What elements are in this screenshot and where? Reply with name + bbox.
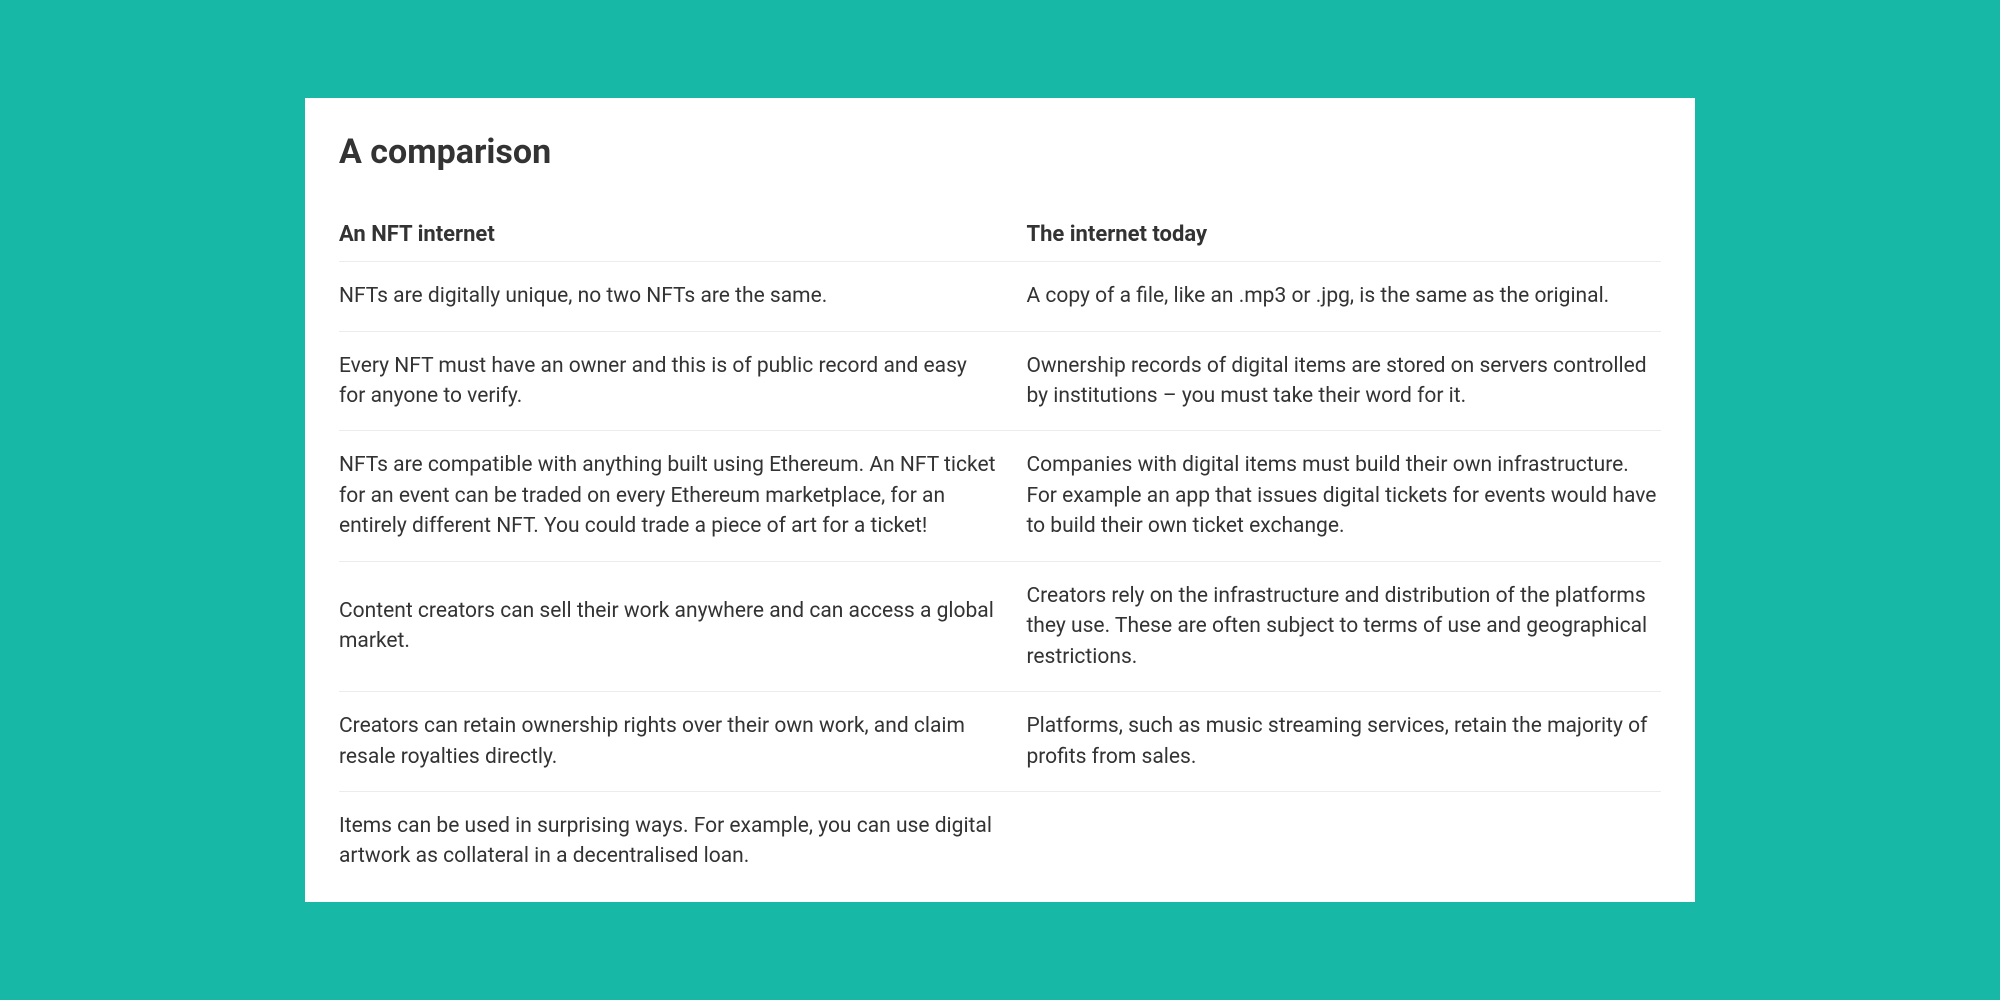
table-row: Items can be used in surprising ways. Fo…: [339, 791, 1661, 871]
cell-right: A copy of a file, like an .mp3 or .jpg, …: [1026, 262, 1661, 331]
cell-right: Ownership records of digital items are s…: [1026, 331, 1661, 431]
cell-right: [1026, 791, 1661, 871]
table-row: NFTs are digitally unique, no two NFTs a…: [339, 262, 1661, 331]
table-header-row: An NFT internet The internet today: [339, 222, 1661, 262]
cell-left: Creators can retain ownership rights ove…: [339, 692, 1026, 792]
cell-right: Platforms, such as music streaming servi…: [1026, 692, 1661, 792]
table-row: Creators can retain ownership rights ove…: [339, 692, 1661, 792]
cell-left: Content creators can sell their work any…: [339, 561, 1026, 691]
cell-right: Companies with digital items must build …: [1026, 431, 1661, 561]
cell-right: Creators rely on the infrastructure and …: [1026, 561, 1661, 691]
cell-left: Every NFT must have an owner and this is…: [339, 331, 1026, 431]
table-row: NFTs are compatible with anything built …: [339, 431, 1661, 561]
column-header-right: The internet today: [1026, 222, 1661, 262]
comparison-card: A comparison An NFT internet The interne…: [305, 98, 1695, 902]
column-header-left: An NFT internet: [339, 222, 1026, 262]
cell-left: Items can be used in surprising ways. Fo…: [339, 791, 1026, 871]
comparison-table: An NFT internet The internet today NFTs …: [339, 222, 1661, 872]
table-row: Every NFT must have an owner and this is…: [339, 331, 1661, 431]
section-title: A comparison: [339, 132, 1661, 172]
cell-left: NFTs are digitally unique, no two NFTs a…: [339, 262, 1026, 331]
cell-left: NFTs are compatible with anything built …: [339, 431, 1026, 561]
table-row: Content creators can sell their work any…: [339, 561, 1661, 691]
